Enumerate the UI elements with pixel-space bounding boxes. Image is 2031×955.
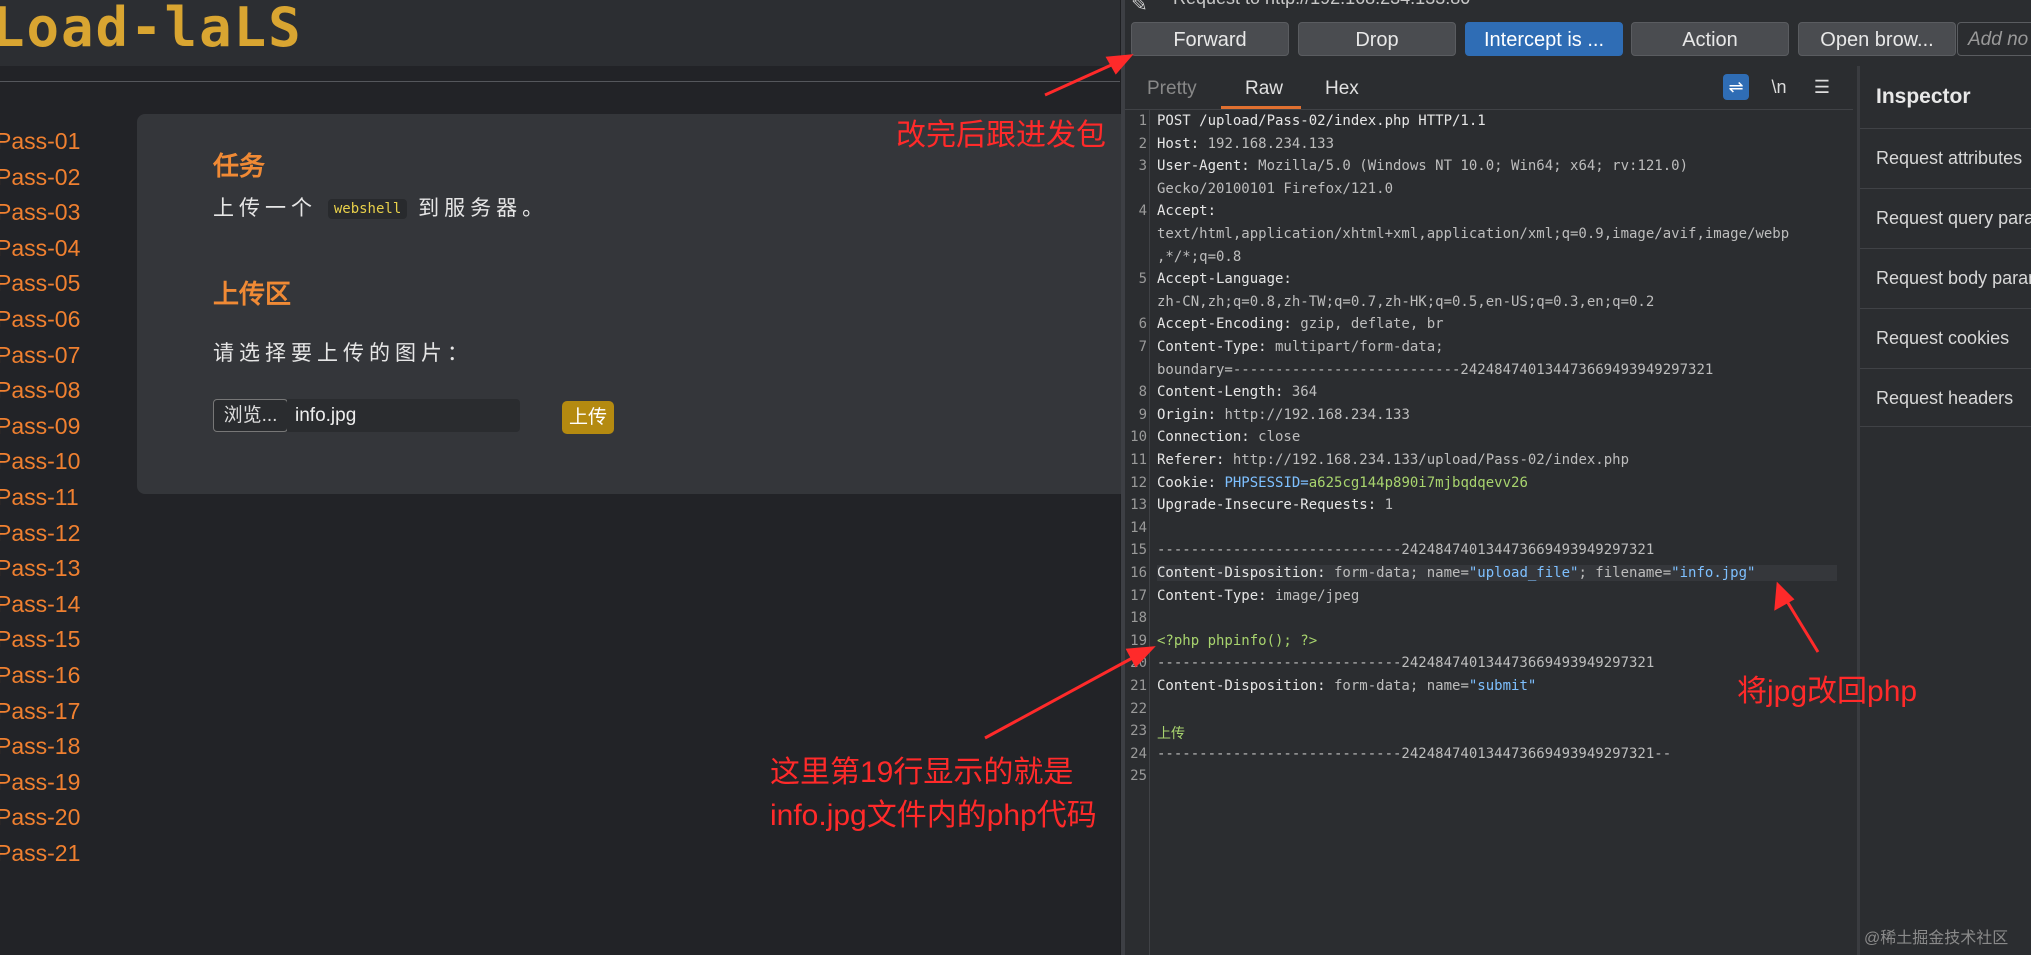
rename-arrow xyxy=(1783,597,1820,653)
rename-annotation: 将jpg改回php xyxy=(1737,675,1918,708)
watermark: @稀土掘金技术社区 xyxy=(1864,930,2009,947)
line19-annotation-line2: info.jpg文件内的php代码 xyxy=(770,799,1097,832)
forward-arrow xyxy=(1044,60,1119,97)
forward-annotation: 改完后跟进发包 xyxy=(896,119,1106,152)
line19-annotation-line1: 这里第19行显示的就是 xyxy=(770,756,1074,789)
line19-arrowhead xyxy=(1125,646,1156,668)
line19-arrow xyxy=(984,654,1137,740)
forward-arrowhead xyxy=(1105,54,1134,75)
